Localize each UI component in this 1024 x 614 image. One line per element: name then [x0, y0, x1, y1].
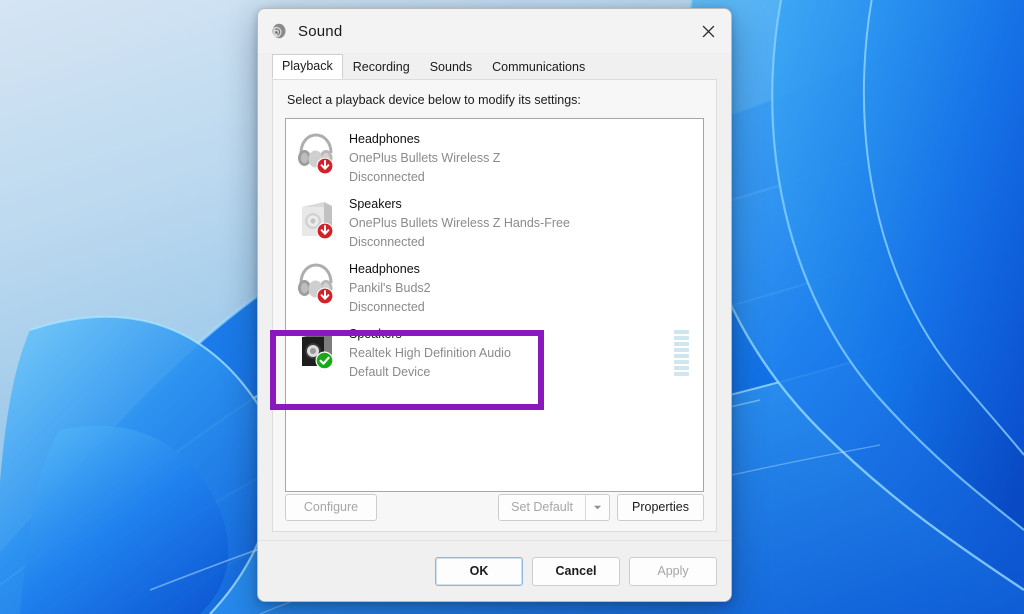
device-name: Headphones [349, 130, 693, 149]
meter-segment [674, 360, 689, 364]
apply-button[interactable]: Apply [629, 557, 717, 586]
disconnected-badge [316, 157, 334, 175]
device-description: Realtek High Definition Audio [349, 344, 674, 363]
meter-segment [674, 354, 689, 358]
tab-communications[interactable]: Communications [482, 55, 595, 79]
close-icon [702, 25, 715, 38]
tab-recording[interactable]: Recording [343, 55, 420, 79]
device-name: Speakers [349, 195, 693, 214]
configure-button[interactable]: Configure [285, 494, 377, 521]
meter-segment [674, 330, 689, 334]
properties-button[interactable]: Properties [617, 494, 704, 521]
window-title: Sound [298, 23, 342, 40]
device-icon [294, 194, 338, 240]
set-default-dropdown-arrow[interactable] [585, 495, 609, 520]
device-list-item-default[interactable]: Speakers Realtek High Definition Audio D… [286, 314, 703, 379]
device-action-bar: Configure Set Default Properties [285, 494, 704, 521]
tab-strip: Playback Recording Sounds Communications [258, 53, 731, 79]
device-text: Headphones OnePlus Bullets Wireless Z Di… [349, 127, 693, 186]
chevron-down-icon [593, 504, 602, 511]
tab-playback[interactable]: Playback [272, 54, 343, 79]
device-description: OnePlus Bullets Wireless Z [349, 149, 693, 168]
device-list-item[interactable]: Headphones Pankil's Buds2 Disconnected [286, 249, 703, 314]
device-list-item[interactable]: Headphones OnePlus Bullets Wireless Z Di… [286, 119, 703, 184]
tab-sounds[interactable]: Sounds [420, 55, 482, 79]
close-button[interactable] [685, 9, 731, 53]
device-name: Speakers [349, 325, 674, 344]
dialog-title-bar: Sound [258, 9, 731, 53]
volume-level-meter [674, 330, 689, 376]
dialog-footer: OK Cancel Apply [258, 540, 731, 601]
panel-instruction: Select a playback device below to modify… [287, 93, 704, 107]
device-description: Pankil's Buds2 [349, 279, 693, 298]
meter-segment [674, 366, 689, 370]
sound-speaker-icon [270, 22, 288, 40]
set-default-split-button[interactable]: Set Default [498, 494, 610, 521]
set-default-button[interactable]: Set Default [499, 495, 585, 520]
cancel-button[interactable]: Cancel [532, 557, 620, 586]
device-icon [294, 324, 338, 370]
disconnected-badge [316, 222, 334, 240]
meter-segment [674, 348, 689, 352]
playback-tab-panel: Select a playback device below to modify… [272, 79, 717, 532]
disconnected-badge [316, 287, 334, 305]
ok-button[interactable]: OK [435, 557, 523, 586]
device-icon [294, 259, 338, 305]
device-text: Headphones Pankil's Buds2 Disconnected [349, 257, 693, 316]
device-status: Default Device [349, 363, 674, 382]
device-name: Headphones [349, 260, 693, 279]
sound-dialog-window: Sound Playback Recording Sounds Communic… [257, 8, 732, 602]
device-list-item[interactable]: Speakers OnePlus Bullets Wireless Z Hand… [286, 184, 703, 249]
meter-segment [674, 372, 689, 376]
device-description: OnePlus Bullets Wireless Z Hands-Free [349, 214, 693, 233]
playback-device-list[interactable]: Headphones OnePlus Bullets Wireless Z Di… [285, 118, 704, 492]
meter-segment [674, 342, 689, 346]
device-text: Speakers OnePlus Bullets Wireless Z Hand… [349, 192, 693, 251]
device-text: Speakers Realtek High Definition Audio D… [349, 322, 674, 381]
meter-segment [674, 336, 689, 340]
device-icon [294, 129, 338, 175]
default-device-check-badge [315, 351, 334, 370]
